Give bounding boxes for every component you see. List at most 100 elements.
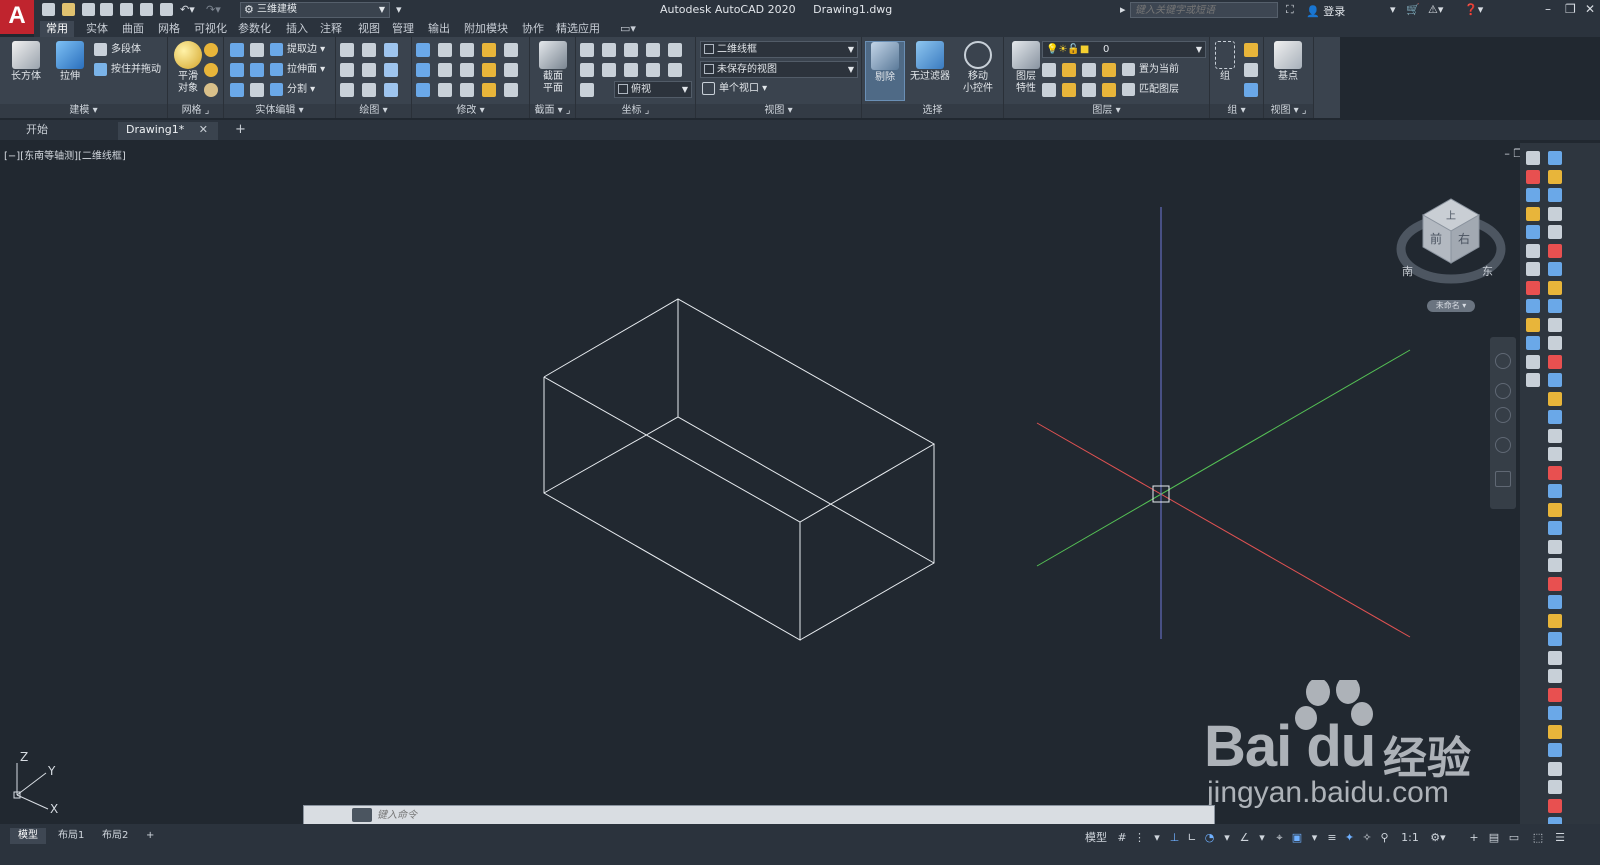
grid-icon[interactable]: # [1114, 830, 1130, 846]
close-tab-icon[interactable]: ✕ [199, 122, 208, 138]
plot-icon[interactable] [120, 3, 133, 16]
side-tool-icon-1-34[interactable] [1548, 780, 1562, 794]
match-layer-button[interactable]: 匹配图层 [1122, 82, 1179, 100]
ribbon-tab-6[interactable]: 插入 [280, 21, 314, 37]
polygon-icon[interactable] [340, 83, 354, 97]
side-tool-icon-1-13[interactable] [1548, 391, 1562, 406]
side-tool-icon-0-7[interactable] [1526, 280, 1540, 295]
ortho-icon[interactable]: ⊥ [1167, 830, 1183, 846]
scale-icon[interactable] [482, 43, 496, 57]
intersect-icon[interactable] [230, 83, 244, 97]
side-tool-icon-0-1[interactable] [1526, 169, 1540, 184]
osnap-dropdown-icon[interactable]: ▾ [1254, 830, 1270, 846]
side-tool-icon-1-32[interactable] [1548, 743, 1562, 757]
offset-icon[interactable] [438, 43, 452, 57]
group-button[interactable]: 组 [1210, 41, 1240, 83]
separate-button[interactable]: 分割 ▾ [270, 82, 315, 100]
pline-icon[interactable] [362, 63, 376, 77]
side-tool-icon-1-21[interactable] [1548, 539, 1562, 554]
ribbon-tab-4[interactable]: 可视化 [188, 21, 233, 37]
layer-properties-button[interactable]: 图层 特性 [1006, 41, 1046, 95]
side-tool-icon-1-2[interactable] [1548, 188, 1562, 202]
union-icon[interactable] [230, 43, 244, 57]
tab-layout1[interactable]: 布局1 [50, 828, 92, 844]
side-tool-icon-0-6[interactable] [1526, 262, 1540, 276]
snap-icon[interactable]: ⋮ [1132, 830, 1148, 846]
no-filter-button[interactable]: 无过滤器 [906, 41, 954, 83]
layer-isolate-icon[interactable] [1062, 63, 1076, 77]
recent-commands-icon[interactable] [352, 808, 372, 822]
viewport-config-button[interactable]: 单个视口 ▾ [702, 81, 767, 99]
layer-walk-icon[interactable] [1042, 83, 1056, 97]
side-tool-icon-1-30[interactable] [1548, 706, 1562, 720]
group-select-icon[interactable] [1244, 83, 1258, 97]
layer-copy-icon[interactable] [1102, 83, 1116, 97]
wireframe-box[interactable] [543, 298, 936, 641]
mesh-tool-icon-3[interactable] [204, 83, 218, 97]
ribbon-tab-3[interactable]: 网格 [152, 21, 186, 37]
command-input[interactable] [377, 807, 1197, 823]
auto-scale-icon[interactable]: ✧ [1359, 830, 1375, 846]
layer-off-icon[interactable] [1042, 63, 1056, 77]
side-tool-icon-1-35[interactable] [1548, 798, 1562, 813]
ucs-object-icon[interactable] [602, 63, 616, 77]
undo-icon[interactable]: ↶▾ [180, 3, 195, 16]
side-tool-icon-0-4[interactable] [1526, 225, 1540, 239]
polysolid-button[interactable]: 多段体 [94, 42, 141, 60]
extrude-faces-button[interactable]: 拉伸面 ▾ [270, 62, 325, 80]
tab-start[interactable]: 开始 [18, 122, 114, 140]
annotation-scale-icon[interactable]: ⚲ [1377, 830, 1393, 846]
side-tool-icon-1-5[interactable] [1548, 243, 1562, 258]
search-expand-icon[interactable]: ▸ [1120, 3, 1126, 16]
steering-wheel-icon[interactable] [1495, 353, 1511, 369]
section-plane-button[interactable]: 截面 平面 [533, 41, 573, 95]
ribbon-tab-13[interactable]: 精选应用 [550, 21, 606, 37]
spline-icon[interactable] [340, 63, 354, 77]
panel-title-layers[interactable]: 图层 ▾ [1004, 104, 1209, 118]
panel-title-solid-edit[interactable]: 实体编辑 ▾ [224, 104, 335, 118]
layer-freeze-icon[interactable] [1082, 63, 1096, 77]
ucs-previous-icon[interactable] [624, 63, 638, 77]
side-tool-icon-0-0[interactable] [1526, 151, 1540, 165]
panel-title-mesh[interactable]: 网格 ⌟ [168, 104, 223, 118]
side-tool-icon-1-7[interactable] [1548, 280, 1562, 295]
base-view-button[interactable]: 基点 [1268, 41, 1308, 83]
panel-title-groups[interactable]: 组 ▾ [1210, 104, 1263, 118]
ucs-y-icon[interactable] [646, 43, 660, 57]
side-tool-icon-1-28[interactable] [1548, 669, 1562, 683]
mesh-tool-icon-1[interactable] [204, 43, 218, 57]
panel-title-modeling[interactable]: 建模 ▾ [0, 104, 167, 118]
copy-icon[interactable] [482, 83, 496, 97]
ribbon-tab-8[interactable]: 视图 [352, 21, 386, 37]
ribbon-tab-11[interactable]: 附加模块 [458, 21, 514, 37]
pan-icon[interactable] [1495, 383, 1511, 399]
side-tool-icon-0-5[interactable] [1526, 243, 1540, 258]
presspull-button[interactable]: 按住并拖动 [94, 62, 161, 80]
side-tool-icon-1-12[interactable] [1548, 373, 1562, 387]
search-input[interactable] [1130, 2, 1278, 18]
publish-icon[interactable] [140, 3, 153, 16]
add-layout-icon[interactable]: + [138, 828, 162, 844]
visual-style-select[interactable]: 二维线框 ▼ [700, 41, 858, 58]
side-tool-icon-1-24[interactable] [1548, 595, 1562, 609]
saved-view-select[interactable]: 未保存的视图 ▼ [700, 61, 858, 78]
viewcube[interactable]: 上 前 右 南 东 [1396, 198, 1506, 284]
side-tool-icon-1-4[interactable] [1548, 225, 1562, 239]
grid-array-icon[interactable] [504, 83, 518, 97]
stretch-icon[interactable] [482, 63, 496, 77]
layer-select[interactable]: 💡☀🔓■ 0 ▼ [1042, 41, 1206, 58]
quick-props-icon[interactable]: ▭ [1504, 830, 1524, 846]
side-tool-icon-1-31[interactable] [1548, 724, 1562, 739]
side-tool-icon-1-33[interactable] [1548, 761, 1562, 776]
ucs-view-icon[interactable] [646, 63, 660, 77]
panel-title-section[interactable]: 截面 ▾ ⌟ [530, 104, 575, 118]
workspace-switch-icon[interactable]: ⚙▾ [1428, 830, 1448, 846]
side-tool-icon-0-9[interactable] [1526, 317, 1540, 332]
polar-icon[interactable]: ◔ [1202, 830, 1218, 846]
arc-icon[interactable] [384, 43, 398, 57]
polar-dropdown-icon[interactable]: ▾ [1219, 830, 1235, 846]
ucs-zaxis-icon[interactable] [668, 63, 682, 77]
ribbon-tab-1[interactable]: 实体 [80, 21, 114, 37]
ribbon-tab-12[interactable]: 协作 [516, 21, 550, 37]
layer-delete-icon[interactable] [1082, 83, 1096, 97]
